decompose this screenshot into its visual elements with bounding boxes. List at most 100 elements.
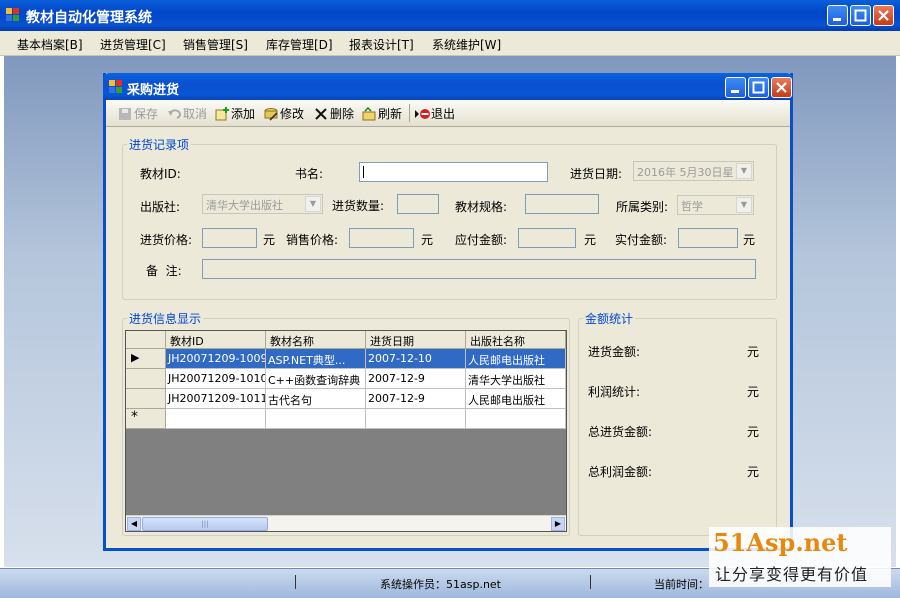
payable-input[interactable]	[518, 228, 576, 248]
operator-text: 系统操作员：51asp.net	[380, 578, 501, 591]
publisher-value: 清华大学出版社	[206, 199, 283, 212]
book-id-label: 教材ID:	[140, 167, 181, 181]
add-button[interactable]: 添加	[215, 105, 255, 122]
save-button[interactable]: 保存	[118, 105, 158, 122]
paid-input[interactable]	[678, 228, 738, 248]
refresh-button[interactable]: 刷新	[362, 105, 402, 122]
delete-button[interactable]: 删除	[314, 105, 354, 122]
cell-publisher[interactable]: 清华大学出版社	[466, 369, 566, 389]
purchase-price-label: 进货价格:	[140, 233, 193, 247]
menu-bar: 基本档案[B] 进货管理[C] 销售管理[S] 库存管理[D] 报表设计[T] …	[0, 31, 900, 56]
app-icon	[6, 8, 20, 22]
new-cell[interactable]	[366, 409, 466, 429]
cell-publisher[interactable]: 人民邮电出版社	[466, 389, 566, 409]
cell-date[interactable]: 2007-12-9	[366, 369, 466, 389]
yuan-label: 元	[263, 233, 276, 247]
row-header[interactable]	[126, 369, 166, 389]
new-row[interactable]: *	[126, 409, 566, 429]
publisher-label: 出版社:	[140, 200, 181, 214]
cell-publisher[interactable]: 人民邮电出版社	[466, 349, 566, 369]
cell-book-id[interactable]: JH20071209-1009	[166, 349, 266, 369]
column-header-book-name[interactable]: 教材名称	[266, 331, 366, 349]
horizontal-scrollbar[interactable]: ◀ ||| ▶	[126, 515, 566, 531]
menu-inventory[interactable]: 库存管理[D]	[266, 36, 333, 53]
new-cell[interactable]	[166, 409, 266, 429]
spec-label: 教材规格:	[455, 200, 508, 214]
payable-label: 应付金额:	[455, 233, 508, 247]
column-header-publisher[interactable]: 出版社名称	[466, 331, 566, 349]
yuan-label: 元	[743, 233, 756, 247]
new-cell[interactable]	[266, 409, 366, 429]
book-name-input[interactable]	[359, 162, 548, 182]
new-row-asterisk-icon: *	[131, 409, 138, 425]
status-separator	[295, 575, 296, 589]
cell-date[interactable]: 2007-12-10	[366, 349, 466, 369]
purchase-window-title-bar: 采购进货	[103, 73, 793, 100]
column-header-date[interactable]: 进货日期	[366, 331, 466, 349]
book-name-label: 书名:	[295, 167, 324, 181]
close-button[interactable]	[873, 5, 894, 26]
remark-label: 备 注:	[146, 264, 182, 278]
cell-book-name[interactable]: ASP.NET典型...	[266, 349, 366, 369]
quantity-input[interactable]	[397, 194, 439, 214]
cell-book-id[interactable]: JH20071209-1011	[166, 389, 266, 409]
menu-report[interactable]: 报表设计[T]	[349, 36, 414, 53]
table-row[interactable]: JH20071209-1011 古代名句 2007-12-9 人民邮电出版社	[126, 389, 566, 409]
date-picker[interactable]: 2016年 5月30日星 ▼	[633, 161, 754, 181]
category-value: 哲学	[681, 200, 703, 213]
edit-button[interactable]: 修改	[264, 105, 304, 122]
sale-price-label: 销售价格:	[286, 233, 339, 247]
cell-book-id[interactable]: JH20071209-1010	[166, 369, 266, 389]
record-group-title: 进货记录项	[127, 136, 192, 153]
purchase-data-grid[interactable]: 教材ID 教材名称 进货日期 出版社名称 ▶ JH20071209-1009 A…	[125, 330, 567, 532]
watermark-brand: 51Asp.net	[713, 528, 848, 557]
scroll-left-arrow-icon[interactable]: ◀	[127, 517, 141, 531]
menu-sales[interactable]: 销售管理[S]	[183, 36, 248, 53]
dropdown-arrow-icon[interactable]: ▼	[736, 197, 752, 213]
grid-corner-header	[126, 331, 166, 349]
remark-input[interactable]	[202, 259, 756, 279]
table-row[interactable]: JH20071209-1010 C++函数查询辞典 2007-12-9 清华大学…	[126, 369, 566, 389]
scroll-thumb[interactable]: |||	[142, 517, 268, 531]
dropdown-arrow-icon[interactable]: ▼	[736, 163, 752, 179]
maximize-button[interactable]	[850, 5, 871, 26]
menu-purchase[interactable]: 进货管理[C]	[100, 36, 166, 53]
scroll-right-arrow-icon[interactable]: ▶	[551, 517, 565, 531]
category-select[interactable]: 哲学 ▼	[677, 195, 754, 215]
child-minimize-button[interactable]	[725, 77, 746, 98]
paid-label: 实付金额:	[615, 233, 668, 247]
refresh-folder-icon	[362, 106, 376, 121]
cancel-button[interactable]: 取消	[167, 105, 207, 122]
purchase-amount-unit: 元	[747, 345, 760, 359]
row-header[interactable]: *	[126, 409, 166, 429]
purchase-window-title: 采购进货	[127, 83, 180, 98]
cell-book-name[interactable]: 古代名句	[266, 389, 366, 409]
watermark-slogan: 让分享变得更有价值	[715, 565, 869, 584]
row-header[interactable]	[126, 389, 166, 409]
menu-basic-archive[interactable]: 基本档案[B]	[17, 36, 83, 53]
minimize-button[interactable]	[827, 5, 848, 26]
table-row[interactable]: ▶ JH20071209-1009 ASP.NET典型... 2007-12-1…	[126, 349, 566, 369]
purchase-price-input[interactable]	[202, 228, 257, 248]
child-close-button[interactable]	[771, 77, 792, 98]
publisher-select[interactable]: 清华大学出版社 ▼	[202, 194, 323, 214]
new-cell[interactable]	[466, 409, 566, 429]
date-value: 2016年 5月30日星	[637, 166, 734, 179]
spec-input[interactable]	[525, 194, 599, 214]
purchase-amount-label: 进货金额:	[588, 345, 641, 359]
watermark-logo: 51Asp.net 让分享变得更有价值	[709, 527, 891, 587]
sale-price-input[interactable]	[349, 228, 414, 248]
toolbar-separator	[409, 104, 410, 122]
menu-system[interactable]: 系统维护[W]	[432, 36, 501, 53]
total-purchase-unit: 元	[747, 425, 760, 439]
row-header[interactable]: ▶	[126, 349, 166, 369]
dropdown-arrow-icon[interactable]: ▼	[305, 196, 321, 212]
exit-button[interactable]: 退出	[415, 105, 455, 122]
current-row-arrow-icon: ▶	[131, 351, 140, 364]
child-maximize-button[interactable]	[748, 77, 769, 98]
cell-book-name[interactable]: C++函数查询辞典	[266, 369, 366, 389]
column-header-book-id[interactable]: 教材ID	[166, 331, 266, 349]
total-profit-label: 总利润金额:	[588, 465, 653, 479]
scroll-thumb-grip: |||	[201, 520, 209, 528]
cell-date[interactable]: 2007-12-9	[366, 389, 466, 409]
